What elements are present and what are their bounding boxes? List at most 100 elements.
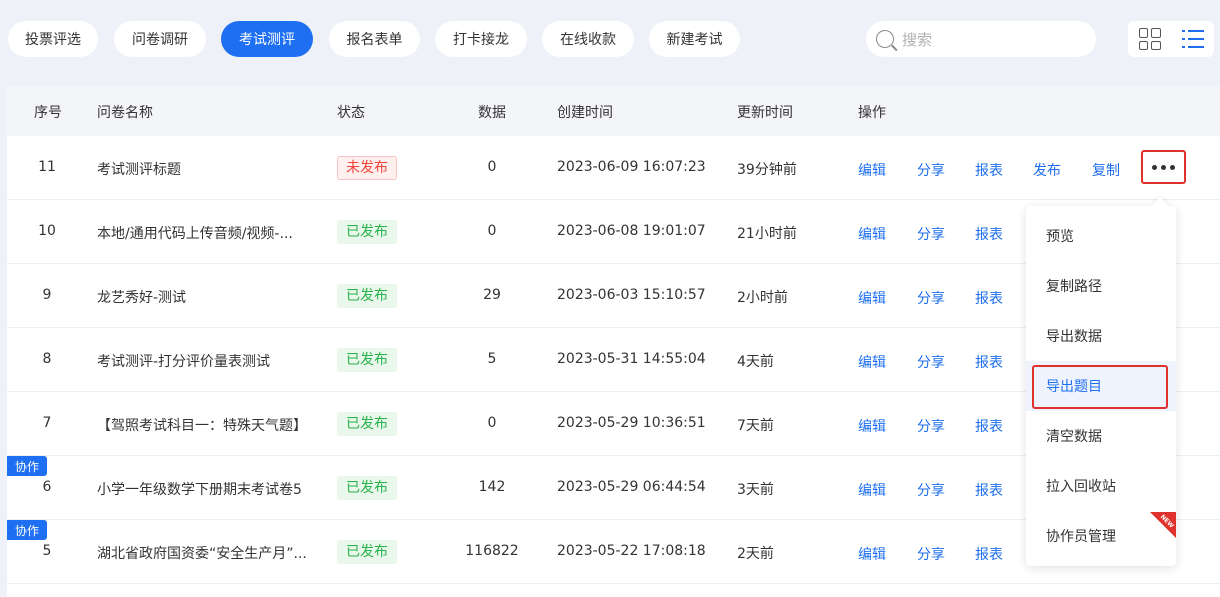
data-count: 29	[483, 287, 501, 303]
updated-time: 2小时前	[737, 290, 788, 306]
top-toolbar: 投票评选 问卷调研 考试测评 报名表单 打卡接龙 在线收款 新建考试 搜索	[0, 0, 1220, 80]
share-link[interactable]: 分享	[917, 544, 945, 564]
edit-link[interactable]: 编辑	[858, 288, 886, 308]
row-number: 7	[42, 415, 52, 431]
status-badge: 已发布	[337, 412, 397, 436]
share-link[interactable]: 分享	[917, 416, 945, 436]
survey-name[interactable]: 龙艺秀好-测试	[97, 287, 186, 307]
collab-badge: 协作	[7, 456, 47, 476]
publish-link[interactable]: 发布	[1033, 160, 1061, 180]
share-link[interactable]: 分享	[917, 224, 945, 244]
header-status: 状态	[337, 105, 365, 121]
status-badge: 已发布	[337, 476, 397, 500]
menu-item-export-data[interactable]: 导出数据	[1026, 311, 1176, 361]
menu-item-clear-data[interactable]: 清空数据	[1026, 411, 1176, 461]
updated-time: 2天前	[737, 546, 774, 562]
created-time: 2023-06-03 15:10:57	[557, 287, 706, 303]
copy-link[interactable]: 复制	[1092, 160, 1120, 180]
table-header: 序号 问卷名称 状态 数据 创建时间 更新时间 操作	[7, 86, 1220, 136]
data-count: 116822	[465, 543, 519, 559]
row-number: 9	[42, 287, 52, 303]
survey-name[interactable]: 小学一年级数学下册期末考试卷5	[97, 479, 302, 499]
tab-vote[interactable]: 投票评选	[8, 21, 98, 57]
tab-exam[interactable]: 考试测评	[221, 21, 313, 57]
row-number: 8	[42, 351, 52, 367]
row-number: 6	[42, 479, 52, 495]
table-row: 11 考试测评标题 未发布 0 2023-06-09 16:07:23 39分钟前 编辑 分享…	[7, 136, 1220, 200]
tab-payment[interactable]: 在线收款	[542, 21, 634, 57]
edit-link[interactable]: 编辑	[858, 416, 886, 436]
report-link[interactable]: 报表	[975, 480, 1003, 500]
share-link[interactable]: 分享	[917, 160, 945, 180]
view-toggle	[1128, 21, 1214, 57]
report-link[interactable]: 报表	[975, 160, 1003, 180]
data-count: 5	[487, 351, 497, 367]
report-link[interactable]: 报表	[975, 224, 1003, 244]
survey-name[interactable]: 考试测评-打分评价量表测试	[97, 351, 270, 371]
edit-link[interactable]: 编辑	[858, 544, 886, 564]
new-exam-button[interactable]: 新建考试	[649, 21, 740, 57]
header-actions: 操作	[858, 105, 886, 121]
menu-item-export-questions[interactable]: 导出题目	[1026, 361, 1176, 411]
header-updated: 更新时间	[737, 105, 793, 121]
data-count: 142	[478, 479, 506, 495]
search-placeholder: 搜索	[902, 30, 933, 49]
data-count: 0	[487, 159, 497, 175]
search-input[interactable]: 搜索	[866, 21, 1096, 57]
tab-survey[interactable]: 问卷调研	[114, 21, 206, 57]
header-name: 问卷名称	[97, 105, 153, 121]
status-badge: 已发布	[337, 220, 397, 244]
menu-item-copy-path[interactable]: 复制路径	[1026, 261, 1176, 311]
list-view-button[interactable]	[1171, 21, 1214, 57]
row-number: 5	[42, 543, 52, 559]
edit-link[interactable]: 编辑	[858, 480, 886, 500]
data-count: 0	[487, 415, 497, 431]
status-badge: 已发布	[337, 348, 397, 372]
more-actions-button[interactable]	[1141, 150, 1186, 184]
grid-icon	[1138, 28, 1161, 50]
updated-time: 21小时前	[737, 226, 797, 242]
menu-item-preview[interactable]: 预览	[1026, 211, 1176, 261]
tab-checkin[interactable]: 打卡接龙	[435, 21, 527, 57]
created-time: 2023-05-22 17:08:18	[557, 543, 706, 559]
list-icon	[1181, 29, 1204, 49]
header-no: 序号	[34, 105, 62, 121]
created-time: 2023-06-08 19:01:07	[557, 223, 706, 239]
report-link[interactable]: 报表	[975, 416, 1003, 436]
updated-time: 4天前	[737, 354, 774, 370]
created-time: 2023-05-29 10:36:51	[557, 415, 706, 431]
new-badge: NEW	[1150, 512, 1176, 538]
status-badge: 已发布	[337, 540, 397, 564]
grid-view-button[interactable]	[1128, 21, 1171, 57]
report-link[interactable]: 报表	[975, 288, 1003, 308]
edit-link[interactable]: 编辑	[858, 160, 886, 180]
survey-name[interactable]: 湖北省政府国资委“安全生产月”...	[97, 543, 307, 563]
updated-time: 7天前	[737, 418, 774, 434]
status-badge: 未发布	[337, 156, 397, 180]
status-badge: 已发布	[337, 284, 397, 308]
share-link[interactable]: 分享	[917, 352, 945, 372]
data-count: 0	[487, 223, 497, 239]
search-icon	[876, 30, 894, 48]
report-link[interactable]: 报表	[975, 544, 1003, 564]
edit-link[interactable]: 编辑	[858, 224, 886, 244]
tab-registration[interactable]: 报名表单	[329, 21, 420, 57]
row-number: 10	[38, 223, 56, 239]
updated-time: 39分钟前	[737, 162, 797, 178]
survey-name[interactable]: 考试测评标题	[97, 159, 181, 179]
header-data: 数据	[478, 105, 506, 121]
share-link[interactable]: 分享	[917, 288, 945, 308]
header-created: 创建时间	[557, 105, 613, 121]
survey-name[interactable]: 本地/通用代码上传音频/视频-...	[97, 223, 293, 243]
survey-name[interactable]: 【驾照考试科目一：特殊天气题】	[97, 415, 307, 435]
edit-link[interactable]: 编辑	[858, 352, 886, 372]
report-link[interactable]: 报表	[975, 352, 1003, 372]
created-time: 2023-05-31 14:55:04	[557, 351, 706, 367]
more-actions-menu: 预览 复制路径 导出数据 导出题目 清空数据 拉入回收站 协作员管理 NEW	[1026, 206, 1176, 566]
share-link[interactable]: 分享	[917, 480, 945, 500]
row-number: 11	[38, 159, 56, 175]
created-time: 2023-05-29 06:44:54	[557, 479, 706, 495]
created-time: 2023-06-09 16:07:23	[557, 159, 706, 175]
menu-item-move-to-trash[interactable]: 拉入回收站	[1026, 461, 1176, 511]
updated-time: 3天前	[737, 482, 774, 498]
